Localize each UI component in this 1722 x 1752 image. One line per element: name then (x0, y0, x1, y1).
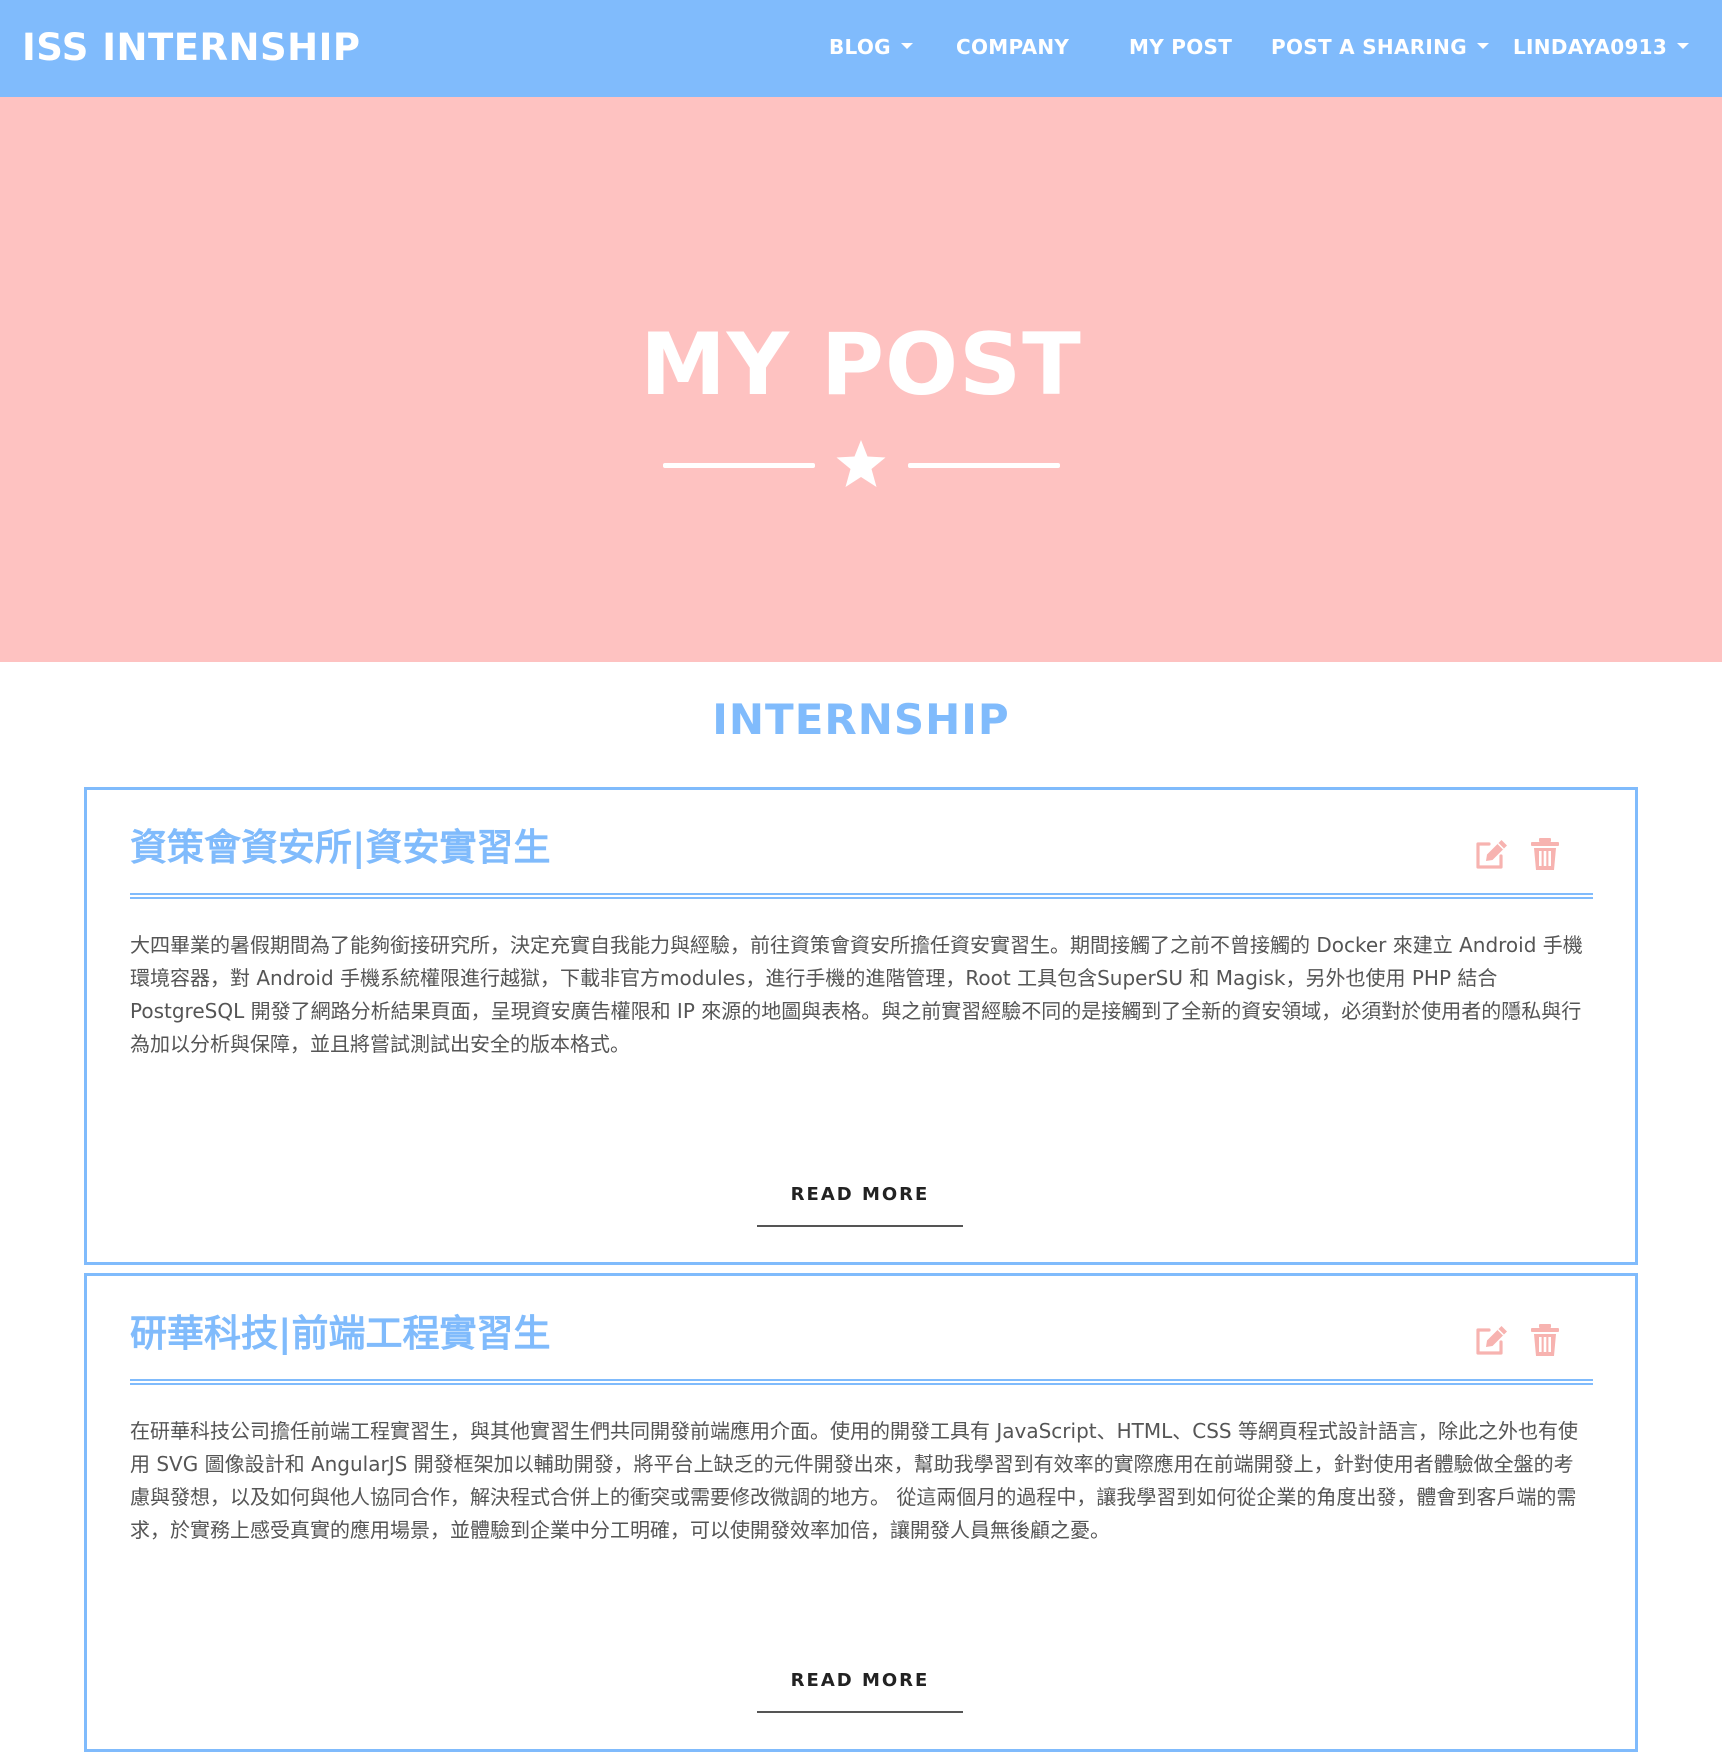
brand-logo[interactable]: ISS INTERNSHIP (22, 26, 360, 70)
navbar: ISS INTERNSHIP BLOG COMPANY MY POST POST… (0, 0, 1722, 97)
nav-item-my-post[interactable]: MY POST (1129, 34, 1232, 60)
nav-item-label: POST A SHARING (1271, 35, 1467, 59)
post-actions (1473, 1322, 1563, 1358)
caret-down-icon (1677, 42, 1690, 49)
nav-item-label: LINDAYA0913 (1513, 35, 1668, 59)
post-card: 資策會資安所|資安實習生 大四畢業的暑假期間為了能夠銜接研究所，決定充實自我能力… (84, 787, 1638, 1265)
page-title: MY POST (640, 315, 1082, 415)
nav-item-label: BLOG (829, 35, 891, 59)
trash-icon[interactable] (1527, 1322, 1563, 1358)
post-title[interactable]: 資策會資安所|資安實習生 (130, 824, 551, 872)
post-card: 研華科技|前端工程實習生 在研華科技公司擔任前端工程實習生，與其他實習生們共同開… (84, 1273, 1638, 1752)
read-more-button[interactable]: READ MORE (757, 1183, 963, 1227)
nav-item-label: COMPANY (956, 35, 1070, 59)
nav-item-post-a-sharing[interactable]: POST A SHARING (1271, 34, 1489, 60)
edit-icon[interactable] (1473, 1322, 1509, 1358)
post-excerpt: 大四畢業的暑假期間為了能夠銜接研究所，決定充實自我能力與經驗，前往資策會資安所擔… (130, 933, 1583, 1056)
post-excerpt: 在研華科技公司擔任前端工程實習生，與其他實習生們共同開發前端應用介面。使用的開發… (130, 1419, 1578, 1542)
edit-icon[interactable] (1473, 836, 1509, 872)
title-divider (130, 1379, 1593, 1385)
post-title[interactable]: 研華科技|前端工程實習生 (130, 1310, 551, 1358)
caret-down-icon (900, 42, 913, 49)
divider-line-left (663, 463, 815, 468)
post-actions (1473, 836, 1563, 872)
nav-item-label: MY POST (1129, 35, 1233, 59)
nav-item-user-menu[interactable]: LINDAYA0913 (1513, 34, 1690, 60)
section-title: INTERNSHIP (712, 695, 1010, 744)
hero-banner: MY POST (0, 97, 1722, 662)
read-more-button[interactable]: READ MORE (757, 1669, 963, 1713)
nav-item-company[interactable]: COMPANY (956, 34, 1069, 60)
star-icon (836, 440, 886, 487)
divider-line-right (908, 463, 1060, 468)
trash-icon[interactable] (1527, 836, 1563, 872)
nav-item-blog[interactable]: BLOG (829, 34, 913, 60)
title-divider (130, 893, 1593, 899)
caret-down-icon (1476, 42, 1489, 49)
